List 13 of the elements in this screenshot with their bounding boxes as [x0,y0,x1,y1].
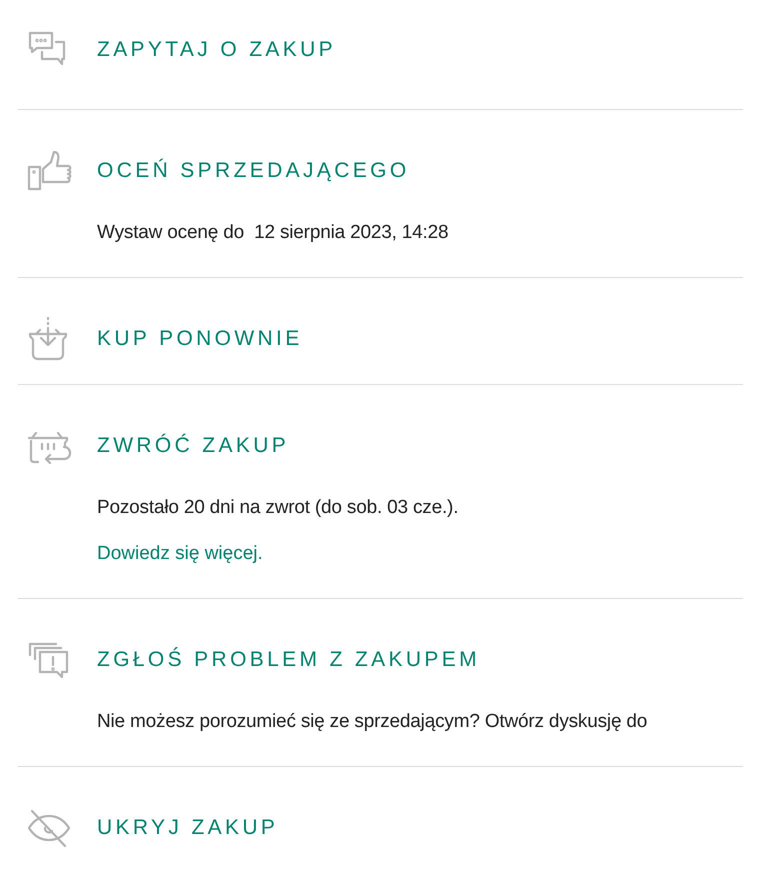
thumbs-up-icon [26,150,74,192]
action-link[interactable]: KUP PONOWNIE [97,325,303,353]
info-text: Wystaw ocenę do 12 sierpnia 2023, 14:28 [97,222,448,243]
learn-more-link[interactable]: Dowiedz się więcej. [97,543,263,564]
info-text: Pozostało 20 dni na zwrot (do sob. 03 cze.). [97,497,458,518]
action-link[interactable]: OCEŃ SPRZEDAJĄCEGO [97,157,410,185]
action-link[interactable]: ZGŁOŚ PROBLEM Z ZAKUPEM [97,646,480,674]
action-link[interactable]: ZWRÓĆ ZAKUP [97,432,290,460]
basket-download-icon [26,316,70,362]
info-text: Nie możesz porozumieć się ze sprzedającym? Otwórz dyskusję do [97,711,648,732]
eye-hidden-icon [26,808,72,848]
action-link[interactable]: UKRYJ ZAKUP [97,814,278,842]
action-link[interactable]: ZAPYTAJ O ZAKUP [97,36,336,64]
